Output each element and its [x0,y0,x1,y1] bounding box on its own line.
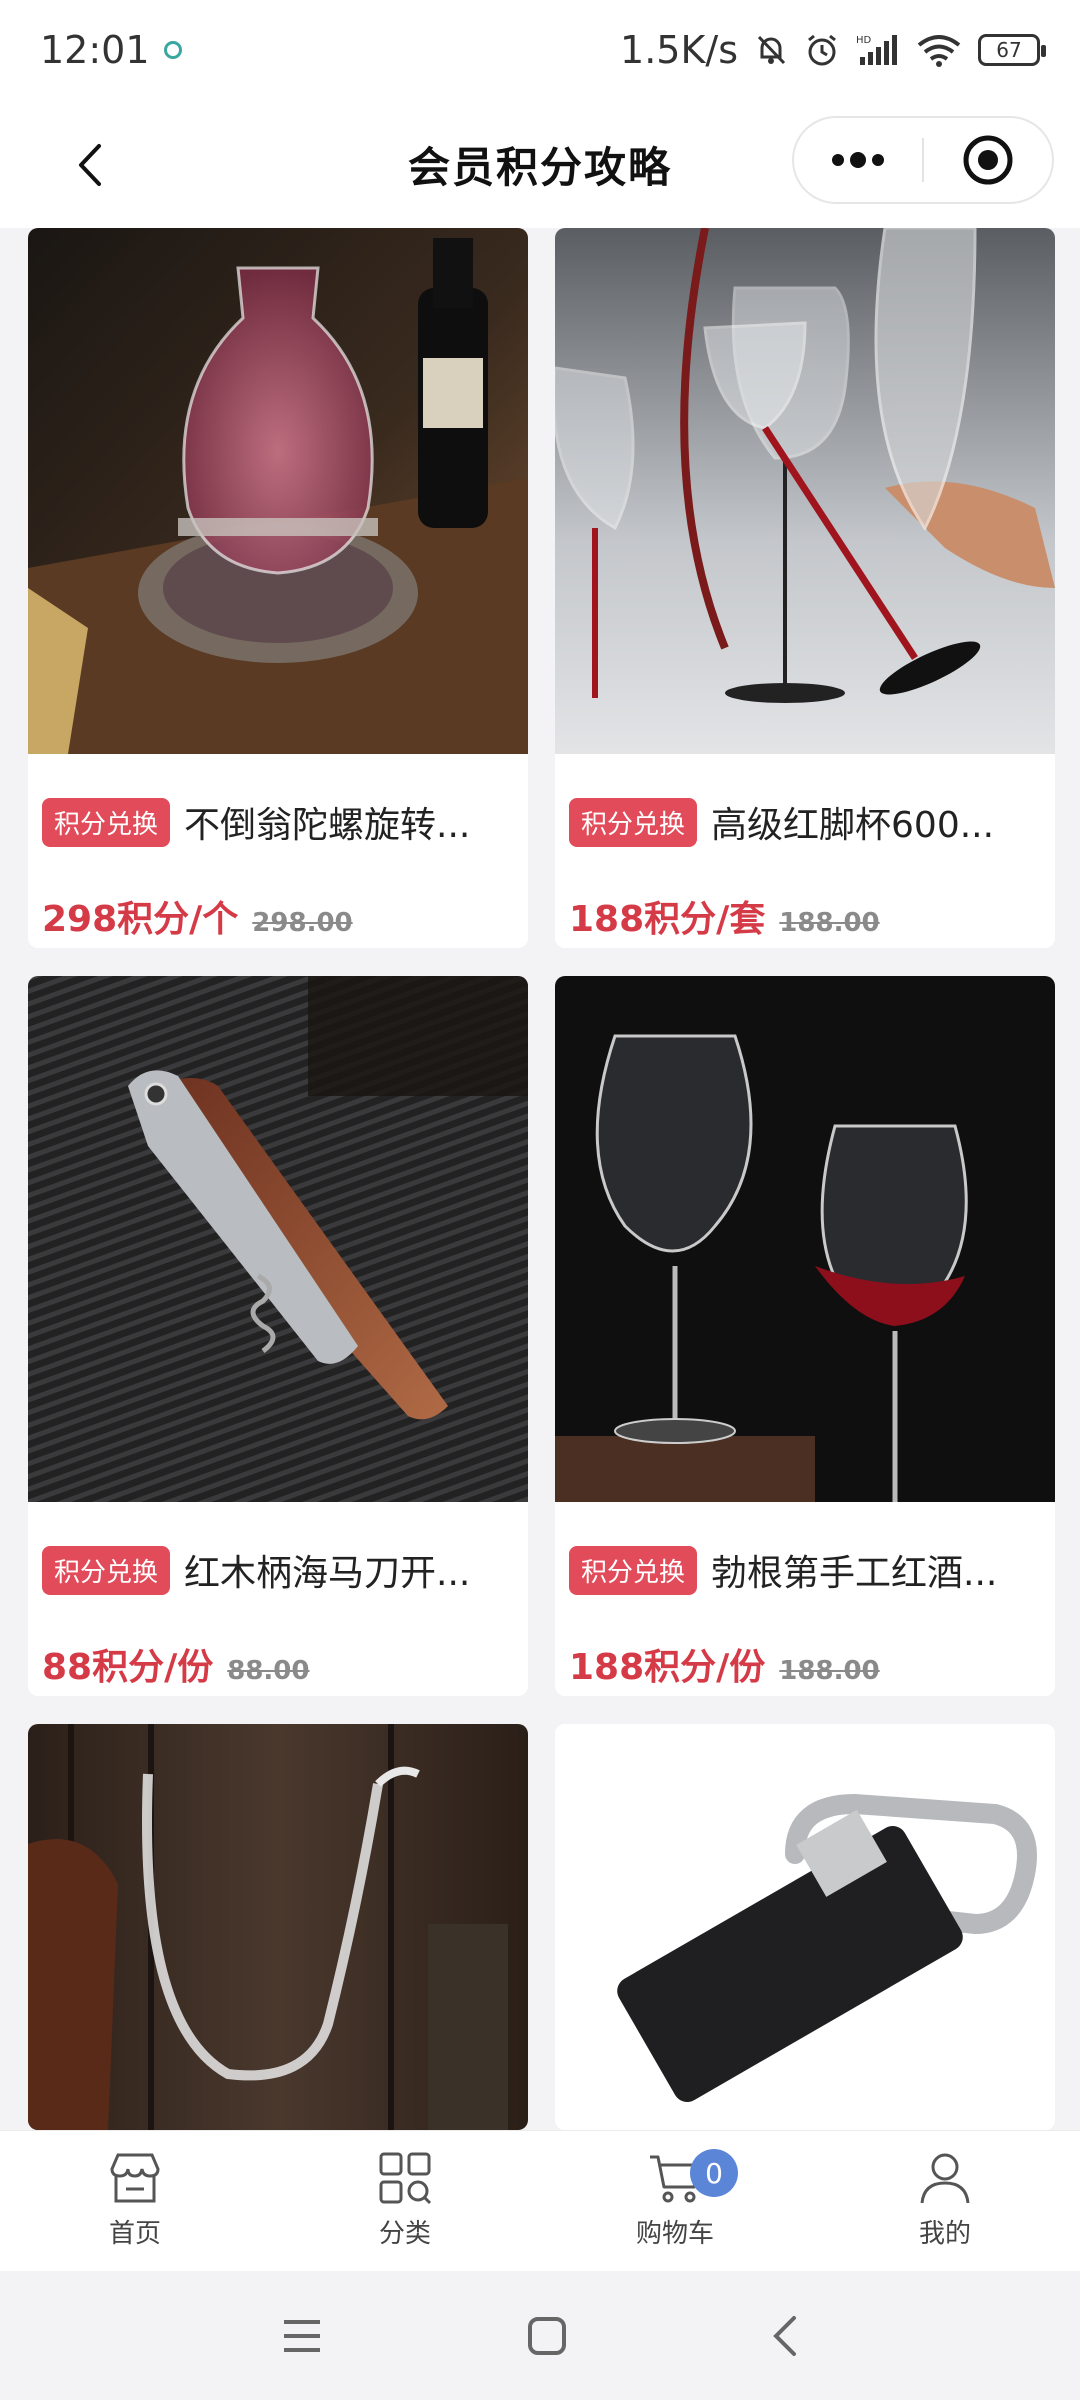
original-price: 298.00 [252,908,353,938]
product-title: 勃根第手工红酒... [711,1553,998,1594]
signal-icon: HD [856,35,897,65]
product-title: 红木柄海马刀开... [184,1553,471,1594]
more-button[interactable] [794,118,922,202]
product-card[interactable]: 积分兑换 勃根第手工红酒... 188积分/份 188.00 [555,976,1055,1696]
points-price: 298积分/个 [42,899,239,940]
network-speed: 1.5K/s [620,28,738,72]
cart-count-badge: 0 [690,2149,738,2197]
category-search-icon [379,2152,432,2205]
svg-text:HD: HD [856,35,872,46]
opener-photo [555,1724,1055,2130]
product-image-decanter[interactable] [28,228,528,754]
points-price: 188积分/份 [569,1647,766,1688]
battery-indicator: 67 [978,34,1046,66]
back-triangle-icon[interactable] [770,2314,800,2358]
points-price: 188积分/套 [569,899,766,940]
product-card[interactable] [555,1724,1055,2130]
wifi-icon [917,35,961,67]
product-card[interactable]: 积分兑换 红木柄海马刀开... 88积分/份 88.00 [28,976,528,1696]
product-title: 高级红脚杯600... [711,805,995,846]
product-image-corkscrew[interactable] [28,976,528,1502]
points-price: 88积分/份 [42,1647,214,1688]
menu-icon[interactable] [280,2316,324,2356]
tab-label: 分类 [378,2219,431,2249]
original-price: 188.00 [779,908,880,938]
exchange-badge: 积分兑换 [569,797,698,847]
target-circle-icon [963,135,1013,185]
product-image-red-stem-glasses[interactable] [555,228,1055,754]
product-image-burgundy-glasses[interactable] [555,976,1055,1502]
page-title: 会员积分攻略 [407,142,672,192]
product-image-two-prong-opener[interactable] [555,1724,1055,2130]
tab-label: 首页 [108,2219,161,2249]
system-navigation-bar [0,2272,1080,2400]
u-decanter-photo [28,1724,528,2130]
exchange-badge: 积分兑换 [42,797,171,847]
original-price: 188.00 [779,1656,880,1686]
mute-bell-icon [757,35,786,65]
miniapp-capsule [792,116,1054,204]
product-title: 不倒翁陀螺旋转... [184,805,471,846]
product-card[interactable]: 积分兑换 不倒翁陀螺旋转... 298积分/个 298.00 [28,228,528,948]
exchange-badge: 积分兑换 [42,1545,171,1595]
page-header: 会员积分攻略 [0,100,1080,228]
corkscrew-photo [28,976,528,1502]
product-image-u-decanter[interactable] [28,1724,528,2130]
product-card[interactable]: 积分兑换 高级红脚杯600... 188积分/套 188.00 [555,228,1055,948]
glasses-photo [555,228,1055,754]
home-square-icon[interactable] [525,2314,569,2358]
decanter-photo [28,228,528,754]
alarm-icon [808,34,836,66]
status-time: 12:01 [40,28,150,72]
tab-label: 我的 [918,2219,971,2249]
product-card[interactable] [28,1724,528,2130]
tab-profile[interactable]: 我的 [810,2131,1080,2271]
more-dots-icon [832,152,884,168]
sync-icon [163,41,182,59]
tab-label: 购物车 [635,2219,714,2249]
burgundy-glasses-photo [555,976,1055,1502]
status-indicators: 1.5K/s HD 67 [620,28,1046,72]
chevron-left-icon [79,144,101,186]
store-icon [110,2153,160,2203]
tab-home[interactable]: 首页 [0,2131,270,2271]
exchange-badge: 积分兑换 [569,1545,698,1595]
tab-cart[interactable]: 购物车 0 [540,2131,810,2271]
close-miniapp-button[interactable] [924,118,1052,202]
status-bar: 12:01 1.5K/s HD 67 [0,0,1080,100]
user-icon [920,2153,970,2204]
original-price: 88.00 [227,1656,310,1686]
bottom-tab-bar: 首页 分类 购物车 0 我的 [0,2130,1080,2271]
back-button[interactable] [60,130,120,200]
tab-category[interactable]: 分类 [270,2131,540,2271]
